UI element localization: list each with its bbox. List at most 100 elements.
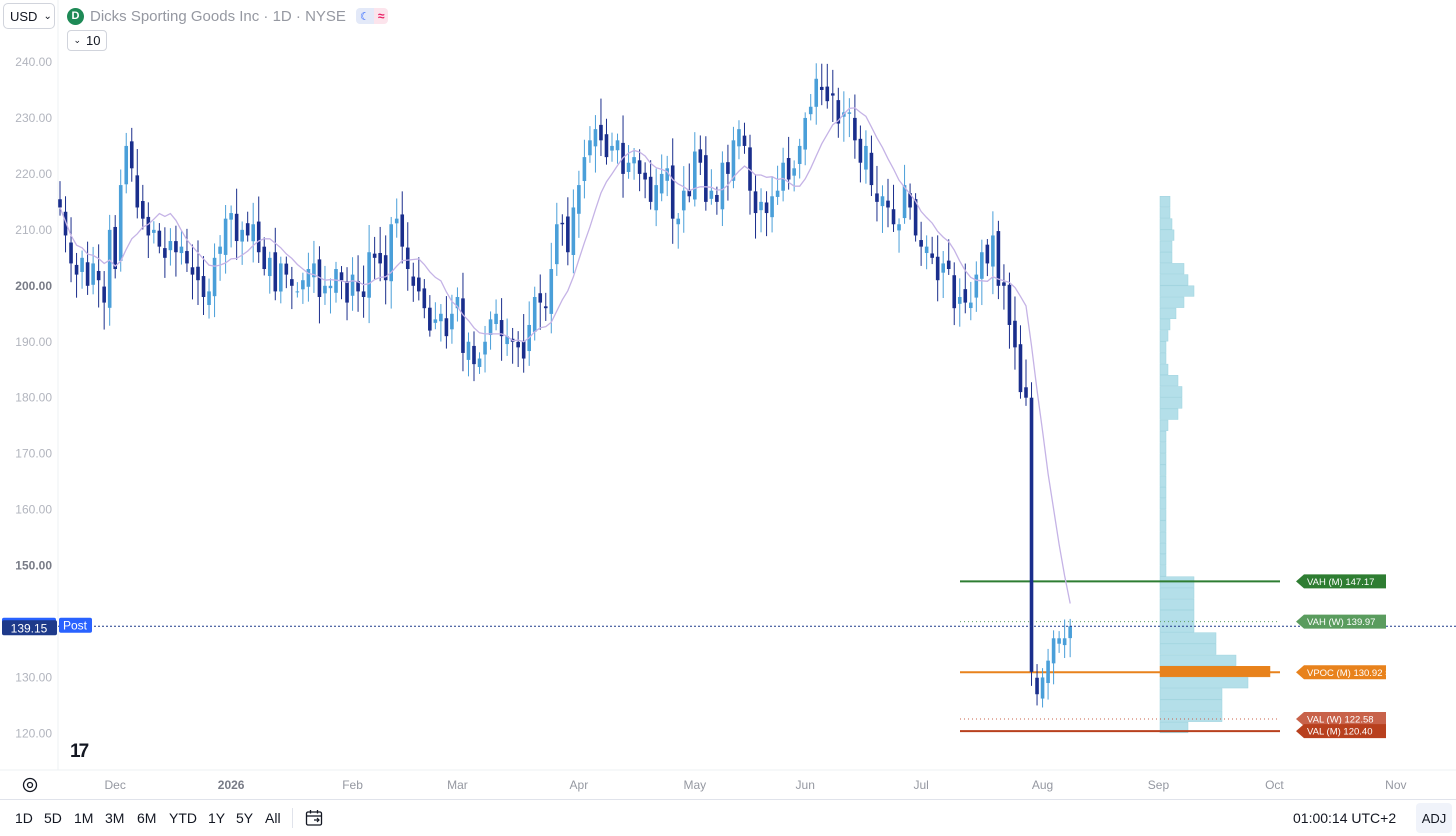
candle-body: [394, 218, 399, 224]
candle-body: [1018, 344, 1023, 393]
candle-body: [301, 280, 305, 290]
range-5d[interactable]: 5D: [44, 810, 62, 826]
candle-body: [935, 256, 940, 281]
range-ytd[interactable]: YTD: [169, 810, 197, 826]
candle-body: [731, 140, 736, 181]
x-tick-label: Nov: [1385, 778, 1406, 792]
volume-profile-bar: [1159, 520, 1167, 532]
candle-body: [488, 319, 493, 336]
settings-gear-icon[interactable]: [21, 776, 39, 794]
range-3m[interactable]: 3M: [105, 810, 124, 826]
volume-profile-bar: [1159, 453, 1167, 465]
company-logo-icon: D: [67, 7, 84, 25]
symbol-title[interactable]: Dicks Sporting Goods Inc · 1D · NYSE: [90, 8, 346, 25]
candle-body: [753, 191, 758, 214]
candle-body: [808, 106, 813, 115]
range-all[interactable]: All: [265, 810, 281, 826]
candle-body: [196, 266, 200, 281]
candle-body: [980, 252, 984, 279]
volume-profile-bar: [1159, 486, 1167, 499]
volume-profile-bar: [1159, 218, 1173, 230]
candle-body: [604, 134, 609, 158]
x-tick-label: Oct: [1265, 778, 1284, 792]
level-tag-label: VAH (W) 139.97: [1307, 617, 1375, 628]
volume-profile-bar: [1159, 643, 1217, 655]
chevron-down-icon: ⌄: [73, 35, 82, 45]
range-5y[interactable]: 5Y: [236, 810, 253, 826]
candle-body: [256, 221, 261, 253]
candle-body: [919, 240, 923, 247]
candle-body: [521, 340, 526, 359]
volume-profile-bar: [1159, 274, 1189, 286]
range-1d[interactable]: 1D: [15, 810, 33, 826]
volume-profile-bar: [1159, 542, 1167, 555]
toolbar-divider: [292, 808, 293, 828]
candle-body: [632, 157, 636, 164]
candle-body: [952, 275, 957, 309]
candle-body: [648, 176, 653, 202]
candle-body: [902, 185, 907, 219]
volume-profile-bar: [1159, 565, 1167, 577]
candle-body: [637, 160, 642, 174]
candle-body: [720, 162, 725, 210]
candle-body: [577, 185, 581, 214]
candle-body: [372, 253, 377, 258]
level-tag-label: VAL (W) 122.58: [1307, 714, 1374, 725]
candle-body: [223, 218, 228, 255]
candle-body: [1035, 677, 1039, 695]
candle-body: [152, 229, 156, 233]
x-tick-label: Jun: [796, 778, 815, 792]
volume-profile-bar: [1159, 598, 1195, 610]
candle-body: [102, 286, 106, 303]
candle-body: [610, 145, 614, 151]
candle-body: [974, 274, 979, 298]
candle-body: [781, 162, 785, 191]
x-tick-label: Feb: [342, 778, 363, 792]
candle-body: [715, 194, 719, 202]
volume-profile-bar: [1159, 699, 1223, 711]
currency-selector[interactable]: USD ⌄: [3, 3, 55, 29]
x-tick-label: Jul: [913, 778, 928, 792]
y-tick-label: 160.00: [15, 503, 52, 517]
range-1m[interactable]: 1M: [74, 810, 93, 826]
candle-body: [251, 224, 255, 242]
candle-body: [858, 138, 863, 163]
candle-body: [367, 252, 371, 298]
candle-body: [941, 263, 945, 273]
candle-body: [792, 168, 796, 176]
price-chart[interactable]: 240.00 230.00 220.00 210.00 200.00 190.00 180.…: [0, 0, 1456, 800]
candle-body: [207, 291, 211, 305]
candle-body: [555, 224, 559, 265]
candle-body: [869, 152, 874, 186]
session-badges[interactable]: ☾ ≈: [355, 8, 389, 24]
candle-body: [1024, 387, 1028, 398]
candle-body: [924, 246, 929, 254]
candle-body: [450, 313, 454, 330]
candle-body: [996, 231, 1001, 286]
calendar-goto-icon[interactable]: [304, 808, 324, 828]
volume-profile-bar: [1159, 431, 1167, 443]
wave-icon: ≈: [373, 8, 389, 24]
candle-body: [742, 135, 747, 146]
adjust-data-toggle[interactable]: ADJ: [1416, 803, 1452, 833]
chevron-down-icon: ⌄: [43, 10, 52, 22]
post-session-label: Post: [63, 619, 88, 633]
candle-body: [814, 78, 819, 107]
candle-body: [775, 190, 780, 197]
candle-body: [361, 291, 366, 297]
candle-body: [279, 263, 283, 292]
x-tick-label: Mar: [447, 778, 468, 792]
candle-body: [593, 129, 598, 147]
range-1y[interactable]: 1Y: [208, 810, 225, 826]
candle-body: [124, 145, 129, 185]
candle-body: [532, 296, 537, 332]
candle-body: [543, 306, 548, 309]
indicators-toggle[interactable]: ⌄ 10: [67, 30, 107, 51]
range-6m[interactable]: 6M: [137, 810, 156, 826]
candle-body: [698, 149, 703, 163]
volume-profile-bar: [1159, 397, 1183, 409]
y-tick-label: 170.00: [15, 447, 52, 461]
candle-body: [786, 158, 791, 180]
tradingview-logo: 17: [70, 741, 89, 762]
last-price-label: 139.15: [11, 621, 48, 635]
